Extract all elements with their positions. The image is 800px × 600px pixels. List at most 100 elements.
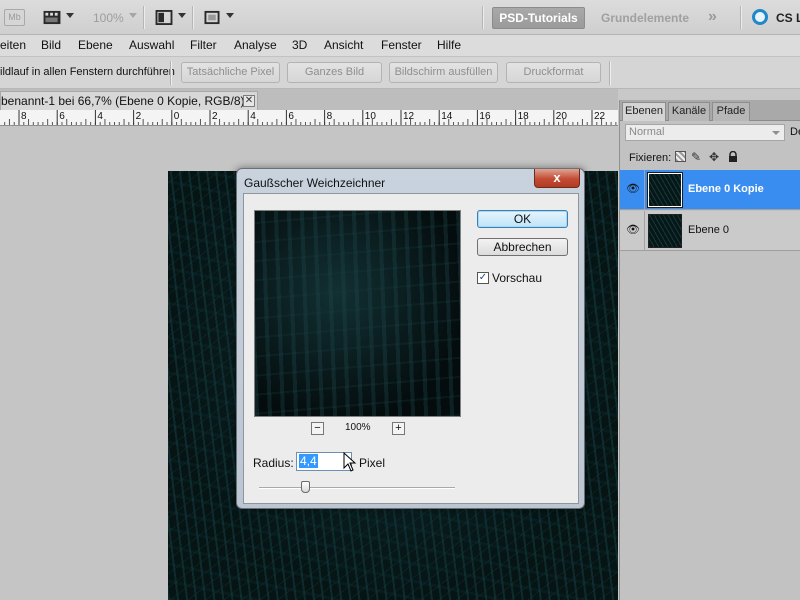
gaussian-blur-dialog: Gaußscher Weichzeichner x − 100% + OK Ab… [236, 168, 585, 509]
zoom-out-button[interactable]: − [311, 422, 324, 435]
ruler-label: 10 [365, 111, 377, 122]
ruler-label: 6 [59, 111, 65, 122]
tab-pfade[interactable]: Pfade [712, 102, 750, 121]
screen-mode-icon[interactable] [203, 10, 221, 25]
layer-name: Ebene 0 [688, 224, 729, 236]
mini-bridge-button[interactable]: Mb [4, 9, 25, 26]
film-strip-dropdown-icon[interactable] [66, 13, 74, 18]
more-workspaces-icon[interactable]: » [708, 8, 717, 26]
visibility-eye-icon[interactable]: 👁 [626, 182, 640, 195]
fill-screen-button[interactable]: Bildschirm ausfüllen [389, 62, 498, 83]
ok-button[interactable]: OK [477, 210, 568, 228]
screen-mode-dropdown-icon[interactable] [226, 13, 234, 18]
blur-preview[interactable] [254, 210, 461, 417]
layer-thumbnail [647, 172, 683, 208]
dialog-title: Gaußscher Weichzeichner [244, 176, 386, 190]
application-bar: Mb 100% PSD-Tutorials Grundelemente » CS… [0, 0, 800, 35]
chevron-down-icon [772, 131, 780, 135]
menu-analyse[interactable]: Analyse [234, 38, 277, 52]
blend-mode-select[interactable]: Normal [625, 124, 785, 141]
tab-ebenen[interactable]: Ebenen [622, 102, 666, 121]
lock-icon[interactable] [728, 151, 738, 163]
panel-tab-bar: Ebenen Kanäle Pfade [620, 100, 800, 121]
ruler-label: 14 [441, 111, 453, 122]
film-strip-icon[interactable] [42, 10, 62, 25]
tab-kanaele[interactable]: Kanäle [668, 102, 710, 121]
radius-label: Radius: [253, 456, 294, 470]
document-tab-bar: benannt-1 bei 66,7% (Ebene 0 Kopie, RGB/… [0, 89, 618, 110]
scroll-all-windows-option[interactable]: ildlauf in allen Fenstern durchführen [0, 66, 175, 78]
layer-thumbnail [648, 214, 682, 248]
options-bar: ildlauf in allen Fenstern durchführen Ta… [0, 57, 800, 89]
zoom-in-button[interactable]: + [392, 422, 405, 435]
ruler-label: 8 [21, 111, 27, 122]
cs-live-label[interactable]: CS Live [776, 11, 800, 25]
ruler-label: 22 [594, 111, 606, 122]
layer-row[interactable]: 👁 Ebene 0 [620, 211, 800, 251]
layer-row[interactable]: 👁 Ebene 0 Kopie [620, 170, 800, 210]
menu-3d[interactable]: 3D [292, 38, 307, 52]
ruler-label: 6 [288, 111, 294, 122]
layer-divider [644, 211, 645, 251]
menu-bild[interactable]: Bild [41, 38, 61, 52]
arrange-dropdown-icon[interactable] [178, 13, 186, 18]
zoom-dropdown-icon[interactable] [129, 13, 137, 18]
menu-bearbeiten[interactable]: eiten [0, 38, 26, 52]
horizontal-ruler[interactable]: 8 6 4 2 0 2 4 6 8 10 12 14 16 18 20 22 [0, 110, 618, 126]
options-divider [170, 61, 171, 85]
ruler-label: 4 [250, 111, 256, 122]
preview-zoom-value: 100% [345, 422, 371, 433]
menu-bar: eiten Bild Ebene Auswahl Filter Analyse … [0, 35, 800, 57]
document-tab-title: benannt-1 bei 66,7% (Ebene 0 Kopie, RGB/… [1, 94, 253, 108]
menu-fenster[interactable]: Fenster [381, 38, 422, 52]
ruler-label: 2 [212, 111, 218, 122]
ruler-label: 2 [136, 111, 142, 122]
layers-panel: Ebenen Kanäle Pfade Normal De Fixieren: … [619, 100, 800, 600]
ruler-label: 8 [327, 111, 333, 122]
ruler-label: 4 [97, 111, 103, 122]
appbar-divider [740, 6, 741, 29]
opacity-label: De [790, 126, 800, 138]
preview-label[interactable]: Vorschau [492, 271, 542, 285]
ruler-label: 20 [556, 111, 568, 122]
radius-value: 4,4 [299, 454, 318, 468]
visibility-eye-icon[interactable]: 👁 [626, 223, 640, 236]
print-size-button[interactable]: Druckformat [506, 62, 601, 83]
ruler-label: 12 [403, 111, 415, 122]
menu-filter[interactable]: Filter [190, 38, 217, 52]
workspace-grundelemente[interactable]: Grundelemente [601, 11, 689, 25]
brush-icon[interactable]: ✎ [691, 151, 701, 163]
close-dialog-button[interactable]: x [534, 169, 580, 188]
move-icon[interactable]: ✥ [709, 151, 719, 163]
ruler-label: 0 [174, 111, 180, 122]
menu-auswahl[interactable]: Auswahl [129, 38, 174, 52]
appbar-divider [482, 6, 483, 29]
layer-name: Ebene 0 Kopie [688, 183, 764, 195]
appbar-divider [143, 6, 144, 29]
preview-checkbox[interactable]: ✓ [477, 272, 489, 284]
ruler-label: 16 [479, 111, 491, 122]
cancel-button[interactable]: Abbrechen [477, 238, 568, 256]
workspace-psd-tutorials[interactable]: PSD-Tutorials [492, 7, 585, 29]
menu-ebene[interactable]: Ebene [78, 38, 113, 52]
lock-transparency-icon[interactable] [675, 151, 686, 162]
options-divider [609, 61, 610, 85]
appbar-divider [192, 6, 193, 29]
arrange-documents-icon[interactable] [155, 10, 173, 25]
actual-pixels-button[interactable]: Tatsächliche Pixel [181, 62, 280, 83]
close-tab-icon[interactable]: ✕ [243, 95, 255, 107]
cs-live-icon[interactable] [752, 9, 768, 25]
document-tab[interactable]: benannt-1 bei 66,7% (Ebene 0 Kopie, RGB/… [0, 91, 258, 110]
menu-hilfe[interactable]: Hilfe [437, 38, 461, 52]
blend-mode-value: Normal [629, 126, 665, 138]
fit-screen-button[interactable]: Ganzes Bild [287, 62, 382, 83]
zoom-level[interactable]: 100% [93, 11, 124, 25]
layer-divider [644, 170, 645, 210]
mouse-cursor-icon [343, 452, 357, 472]
ruler-label: 18 [518, 111, 530, 122]
radius-slider-thumb[interactable] [301, 481, 310, 493]
radius-slider-track[interactable] [259, 487, 455, 489]
menu-ansicht[interactable]: Ansicht [324, 38, 363, 52]
dialog-body: − 100% + OK Abbrechen ✓ Vorschau Radius:… [243, 193, 579, 504]
lock-label: Fixieren: [629, 152, 672, 164]
